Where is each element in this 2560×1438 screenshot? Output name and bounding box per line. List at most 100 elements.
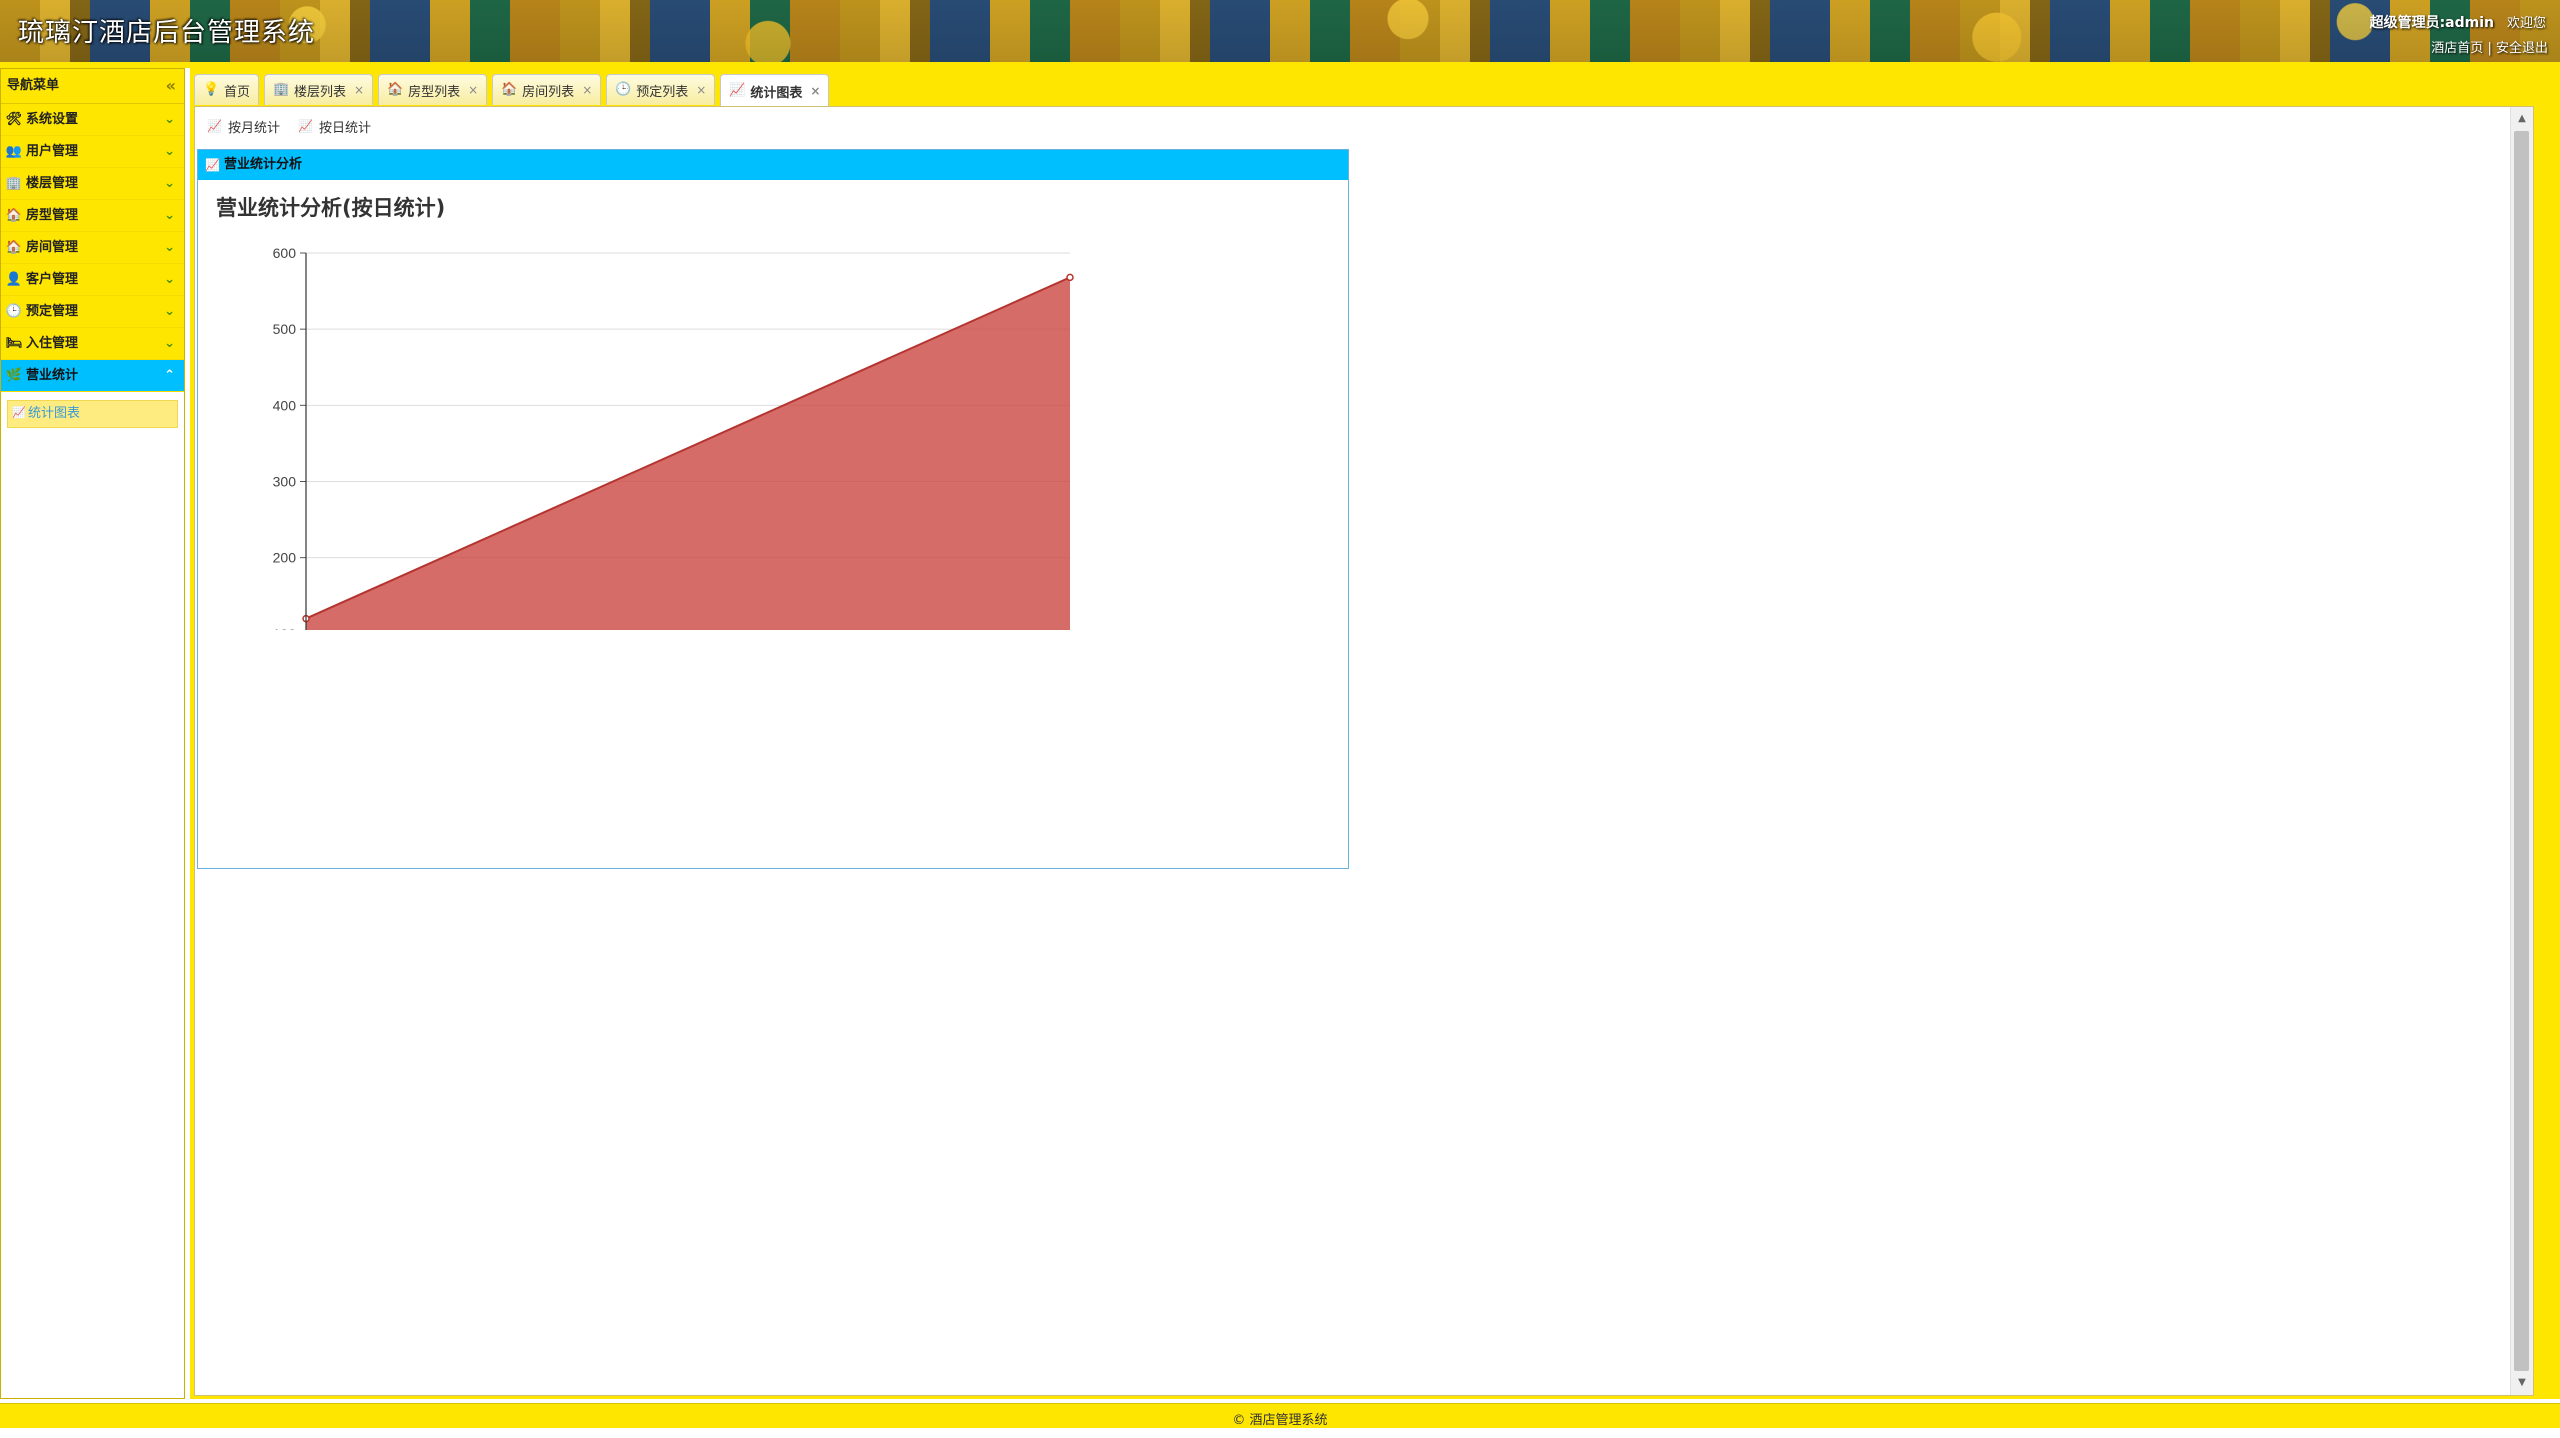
panel-header: 📈 营业统计分析 — [198, 150, 1348, 180]
tab-0[interactable]: 💡 首页 — [194, 74, 260, 105]
chevron-down-icon: ⌄ — [164, 144, 175, 159]
chart-icon: 📈 — [205, 158, 220, 172]
close-icon[interactable]: × — [582, 83, 592, 97]
hotel-home-link[interactable]: 酒店首页 — [2431, 41, 2483, 56]
sidebar-item-1[interactable]: 👥 用户管理 ⌄ — [1, 136, 184, 168]
sidebar-item-label: 系统设置 — [26, 112, 79, 127]
tab-label: 预定列表 — [636, 84, 689, 100]
sidebar-item-6[interactable]: 🕒 预定管理 ⌄ — [1, 296, 184, 328]
month-stats-button[interactable]: 📈 按月统计 — [207, 115, 280, 137]
y-tick-label: 600 — [273, 245, 297, 261]
chart-icon: 📈 — [12, 406, 26, 419]
bulb-icon: 💡 — [203, 82, 220, 97]
tab-label: 统计图表 — [750, 85, 803, 101]
checkin-icon: 🛏 — [5, 335, 23, 351]
tab-4[interactable]: 🕒 预定列表 × — [606, 74, 716, 105]
chevron-down-icon: ⌄ — [164, 112, 175, 127]
sidebar-item-7[interactable]: 🛏 入住管理 ⌄ — [1, 328, 184, 360]
tab-5[interactable]: 📈 统计图表 × — [720, 74, 830, 107]
scroll-up-arrow-icon[interactable]: ▲ — [2511, 109, 2533, 129]
tab-content: 📈 按月统计 📈 按日统计 📈 营业统计分析 营业统计分析(按日统计) 0100… — [194, 106, 2534, 1396]
close-icon[interactable]: × — [354, 83, 364, 97]
tab-label: 首页 — [224, 84, 251, 100]
vertical-scrollbar[interactable]: ▲ ▼ — [2510, 107, 2533, 1395]
sidebar-item-8[interactable]: 🌿 营业统计 ⌃ — [1, 360, 184, 392]
sidebar-item-4[interactable]: 🏠 房间管理 ⌄ — [1, 232, 184, 264]
clock-icon: 🕒 — [5, 303, 23, 319]
scroll-down-arrow-icon[interactable]: ▼ — [2511, 1373, 2533, 1393]
sidebar-item-label: 房间管理 — [26, 240, 79, 255]
sidebar-item-label: 房型管理 — [26, 208, 79, 223]
house-icon: 🏠 — [5, 207, 23, 223]
tools-icon: 🛠 — [5, 111, 23, 127]
house-icon: 🏠 — [5, 239, 23, 255]
main-frame: 💡 首页 🏢 楼层列表 × 🏠 房型列表 × 🏠 房间列表 × 🕒 预定列表 × 📈 统计图表 × 📈 按月统计… — [190, 68, 2560, 1399]
day-stats-label: 按日统计 — [319, 120, 372, 136]
day-stats-button[interactable]: 📈 按日统计 — [298, 115, 371, 137]
building-icon: 🏢 — [5, 175, 23, 191]
sidebar: 导航菜单 « 🛠 系统设置 ⌄ 👥 用户管理 ⌄ 🏢 楼层管理 ⌄ 🏠 房型管理 ⌄ 🏠 房间管理 ⌄ 👤 客户… — [0, 68, 185, 1399]
submenu-item-chart[interactable]: 📈 统计图表 — [7, 400, 178, 428]
app-title: 琉璃汀酒店后台管理系统 — [18, 18, 316, 48]
tab-label: 房型列表 — [408, 84, 461, 100]
chart-icon: 📈 — [298, 119, 313, 133]
y-tick-label: 300 — [273, 474, 297, 490]
building-icon: 🏢 — [273, 82, 290, 97]
close-icon[interactable]: × — [696, 83, 706, 97]
submenu: 📈 统计图表 — [1, 392, 184, 436]
sidebar-item-label: 预定管理 — [26, 304, 79, 319]
toolbar: 📈 按月统计 📈 按日统计 — [207, 115, 371, 137]
month-stats-label: 按月统计 — [228, 120, 281, 136]
footer-text: © 酒店管理系统 — [1232, 1413, 1328, 1428]
sidebar-item-0[interactable]: 🛠 系统设置 ⌄ — [1, 104, 184, 136]
chevron-up-icon: ⌃ — [164, 368, 175, 383]
leaf-icon: 🌿 — [5, 367, 23, 383]
double-chevron-left-icon[interactable]: « — [166, 69, 176, 103]
sidebar-item-label: 楼层管理 — [26, 176, 79, 191]
y-tick-label: 400 — [273, 397, 297, 413]
chevron-down-icon: ⌄ — [164, 336, 175, 351]
y-tick-label: 500 — [273, 321, 297, 337]
header-banner: 琉璃汀酒店后台管理系统 超级管理员:admin 欢迎您 酒店首页 | 安全退出 — [0, 0, 2560, 62]
stats-panel: 📈 营业统计分析 营业统计分析(按日统计) 010020030040050060… — [197, 149, 1349, 869]
sidebar-item-3[interactable]: 🏠 房型管理 ⌄ — [1, 200, 184, 232]
clock-icon: 🕒 — [615, 82, 632, 97]
chevron-down-icon: ⌄ — [164, 176, 175, 191]
sidebar-item-label: 入住管理 — [26, 336, 79, 351]
chart-icon: 📈 — [207, 119, 222, 133]
tab-bar: 💡 首页 🏢 楼层列表 × 🏠 房型列表 × 🏠 房间列表 × 🕒 预定列表 × 📈 统计图表 × — [194, 74, 830, 107]
y-tick-label: 100 — [273, 626, 297, 630]
users-icon: 👥 — [5, 143, 23, 159]
close-icon[interactable]: × — [468, 83, 478, 97]
submenu-item-label: 统计图表 — [28, 406, 81, 421]
chevron-down-icon: ⌄ — [164, 208, 175, 223]
house-icon: 🏠 — [387, 82, 404, 97]
menu-list: 🛠 系统设置 ⌄ 👥 用户管理 ⌄ 🏢 楼层管理 ⌄ 🏠 房型管理 ⌄ 🏠 房间管理 ⌄ 👤 客户管理 ⌄ 🕒 预定管… — [1, 104, 184, 392]
tab-label: 房间列表 — [522, 84, 575, 100]
sidebar-title: 导航菜单 — [7, 78, 60, 93]
area-fill — [306, 277, 1070, 630]
house-icon: 🏠 — [501, 82, 518, 97]
tab-1[interactable]: 🏢 楼层列表 × — [264, 74, 374, 105]
y-tick-label: 200 — [273, 550, 297, 566]
header-links: 酒店首页 | 安全退出 — [2431, 37, 2548, 56]
scrollbar-thumb[interactable] — [2514, 131, 2529, 1371]
tab-3[interactable]: 🏠 房间列表 × — [492, 74, 602, 105]
sidebar-header: 导航菜单 « — [1, 69, 184, 104]
sidebar-item-label: 用户管理 — [26, 144, 79, 159]
sidebar-item-2[interactable]: 🏢 楼层管理 ⌄ — [1, 168, 184, 200]
chevron-down-icon: ⌄ — [164, 240, 175, 255]
current-user-label: 超级管理员:admin — [2369, 15, 2494, 31]
sidebar-item-label: 客户管理 — [26, 272, 79, 287]
close-icon[interactable]: × — [810, 84, 820, 98]
chevron-down-icon: ⌄ — [164, 272, 175, 287]
chart-icon: 📈 — [729, 83, 746, 98]
logout-link[interactable]: 安全退出 — [2496, 41, 2548, 56]
panel-title: 营业统计分析 — [224, 157, 303, 172]
tab-2[interactable]: 🏠 房型列表 × — [378, 74, 488, 105]
area-chart: 01002003004005006002020-10-242021-05-08 — [273, 245, 1074, 630]
customers-icon: 👤 — [5, 271, 23, 287]
welcome-text: 欢迎您 — [2506, 16, 2546, 31]
sidebar-item-5[interactable]: 👤 客户管理 ⌄ — [1, 264, 184, 296]
data-point — [1066, 273, 1074, 282]
